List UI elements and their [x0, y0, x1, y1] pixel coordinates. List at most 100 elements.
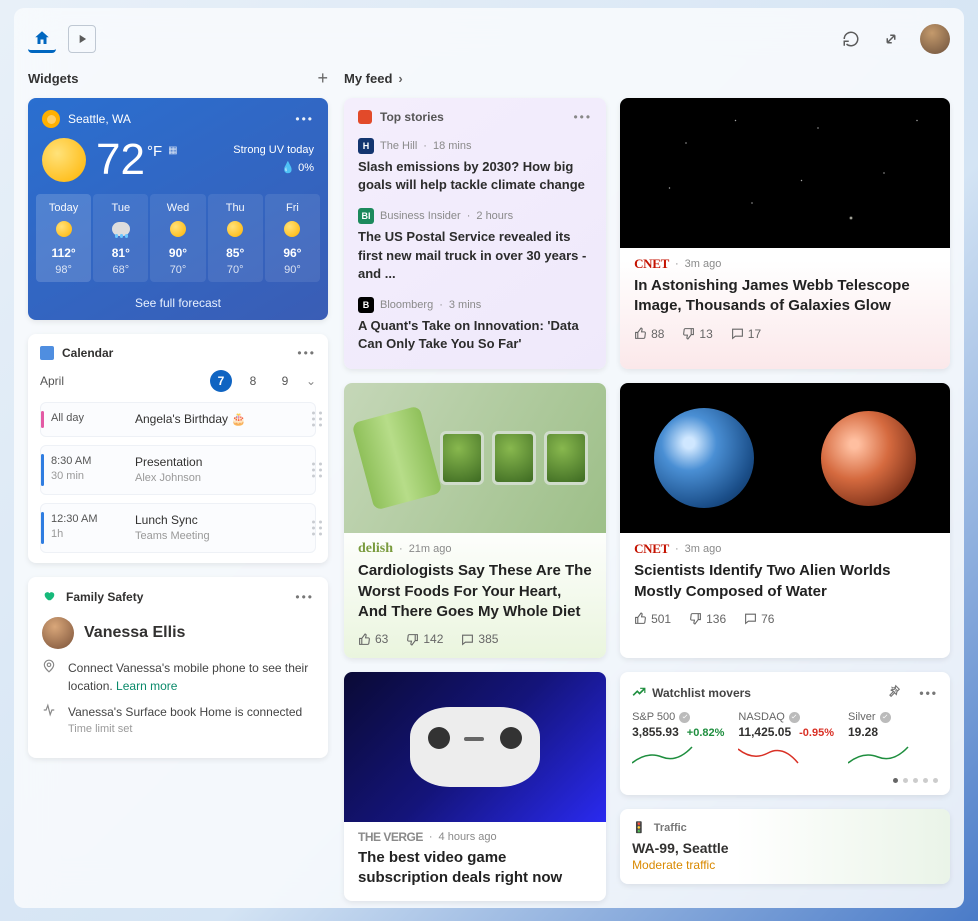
widgets-label: Widgets: [28, 71, 78, 86]
chevron-right-icon: ›: [398, 71, 402, 86]
dislike-button[interactable]: 136: [689, 612, 726, 626]
family-device-text: Vanessa's Surface book Home is connected…: [68, 703, 302, 738]
family-more-button[interactable]: •••: [295, 590, 314, 604]
like-button[interactable]: 88: [634, 327, 664, 341]
news-time: 3m ago: [685, 543, 722, 555]
source-delish: delish: [358, 541, 393, 557]
traffic-status: Moderate traffic: [632, 858, 938, 872]
comment-button[interactable]: 385: [461, 632, 498, 646]
traffic-route: WA-99, Seattle: [632, 840, 938, 856]
trending-icon: [632, 686, 646, 700]
comment-button[interactable]: 76: [744, 612, 774, 626]
news-card-aliens[interactable]: CNET · 3m ago Scientists Identify Two Al…: [620, 383, 950, 658]
forecast-day[interactable]: Fri96°90°: [265, 194, 320, 282]
chevron-down-icon[interactable]: ⌄: [306, 374, 316, 388]
top-bar: [28, 18, 950, 60]
weather-precip: 💧 0%: [233, 160, 314, 178]
calendar-widget[interactable]: Calendar ••• April 789 ⌄ All dayAngela's …: [28, 334, 328, 563]
watchlist-more-button[interactable]: •••: [919, 686, 938, 700]
stock-item[interactable]: Silver19.28: [848, 711, 938, 770]
add-widget-button[interactable]: +: [317, 68, 328, 89]
widgets-header: Widgets +: [28, 64, 328, 92]
weather-forecast-row: Today112°98°Tue81°68°Wed90°70°Thu85°70°F…: [28, 190, 328, 286]
see-full-forecast-link[interactable]: See full forecast: [28, 286, 328, 310]
pagination-dots[interactable]: [632, 778, 938, 783]
source-cnet: CNET: [634, 256, 669, 272]
weather-location: Seattle, WA: [68, 112, 131, 126]
top-stories-more-button[interactable]: •••: [573, 110, 592, 124]
calendar-event[interactable]: 12:30 AM1hLunch SyncTeams Meeting: [40, 503, 316, 553]
stock-item[interactable]: S&P 5003,855.93+0.82%: [632, 711, 724, 770]
weather-icon: [42, 110, 60, 128]
weather-alert: Strong UV today: [233, 142, 314, 160]
family-safety-widget[interactable]: Family Safety ••• Vanessa Ellis Connect …: [28, 577, 328, 758]
news-card-webb[interactable]: CNET · 3m ago In Astonishing James Webb …: [620, 98, 950, 369]
learn-more-link[interactable]: Learn more: [116, 679, 177, 693]
feed-header[interactable]: My feed ›: [344, 64, 950, 92]
top-story-item[interactable]: HThe Hill · 18 minsSlash emissions by 20…: [358, 138, 592, 194]
watchlist-widget[interactable]: Watchlist movers ••• S&P 5003,855.93+0.8…: [620, 672, 950, 795]
traffic-widget[interactable]: 🚦 Traffic WA-99, Seattle Moderate traffi…: [620, 809, 950, 884]
top-story-item[interactable]: BIBusiness Insider · 2 hoursThe US Posta…: [358, 208, 592, 283]
refresh-button[interactable]: [840, 28, 862, 50]
news-headline: Scientists Identify Two Alien Worlds Mos…: [634, 561, 936, 602]
top-story-item[interactable]: BBloomberg · 3 minsA Quant's Take on Inn…: [358, 297, 592, 353]
location-pin-icon: [42, 659, 58, 695]
news-image-planets: [620, 383, 950, 533]
forecast-day[interactable]: Thu85°70°: [208, 194, 263, 282]
news-time: 3m ago: [685, 258, 722, 270]
news-time: 4 hours ago: [439, 831, 497, 843]
feed-label: My feed: [344, 71, 392, 86]
sun-icon: [42, 138, 86, 182]
like-button[interactable]: 501: [634, 612, 671, 626]
family-title: Family Safety: [66, 590, 143, 604]
pin-button[interactable]: [887, 684, 907, 701]
top-stories-icon: [358, 110, 372, 124]
news-card-delish[interactable]: delish · 21m ago Cardiologists Say These…: [344, 383, 606, 658]
dislike-button[interactable]: 13: [682, 327, 712, 341]
source-cnet: CNET: [634, 541, 669, 557]
calendar-date-chip[interactable]: 8: [242, 370, 264, 392]
comment-button[interactable]: 17: [731, 327, 761, 341]
user-avatar[interactable]: [920, 24, 950, 54]
weather-widget[interactable]: Seattle, WA ••• 72°F ▦ Strong UV today 💧…: [28, 98, 328, 320]
calendar-event[interactable]: 8:30 AM30 minPresentationAlex Johnson: [40, 445, 316, 495]
calendar-event[interactable]: All dayAngela's Birthday 🎂: [40, 402, 316, 437]
watchlist-title: Watchlist movers: [652, 686, 751, 700]
calendar-date-chip[interactable]: 9: [274, 370, 296, 392]
news-headline: In Astonishing James Webb Telescope Imag…: [634, 276, 936, 317]
forecast-day[interactable]: Wed90°70°: [150, 194, 205, 282]
calendar-icon: [40, 346, 54, 360]
news-image-gaming: [344, 672, 606, 822]
news-time: 21m ago: [409, 543, 452, 555]
stock-item[interactable]: NASDAQ11,425.05-0.95%: [738, 711, 834, 770]
like-button[interactable]: 63: [358, 632, 388, 646]
weather-more-button[interactable]: •••: [295, 112, 314, 126]
calendar-month: April: [40, 374, 64, 388]
heart-shield-icon: [42, 589, 58, 605]
video-tab[interactable]: [68, 25, 96, 53]
expand-button[interactable]: [880, 28, 902, 50]
traffic-icon: 🚦: [632, 821, 646, 834]
news-image-food: [344, 383, 606, 533]
forecast-day[interactable]: Tue81°68°: [93, 194, 148, 282]
family-member-avatar: [42, 617, 74, 649]
calendar-more-button[interactable]: •••: [297, 346, 316, 360]
news-card-verge[interactable]: THE VERGE · 4 hours ago The best video g…: [344, 672, 606, 901]
calendar-date-chip[interactable]: 7: [210, 370, 232, 392]
family-location-text: Connect Vanessa's mobile phone to see th…: [68, 659, 314, 695]
top-stories-card[interactable]: Top stories ••• HThe Hill · 18 minsSlash…: [344, 98, 606, 369]
home-tab[interactable]: [28, 25, 56, 53]
calendar-title: Calendar: [62, 346, 113, 360]
traffic-title: Traffic: [654, 822, 687, 834]
news-headline: The best video game subscription deals r…: [358, 848, 592, 889]
news-headline: Cardiologists Say These Are The Worst Fo…: [358, 561, 592, 622]
dislike-button[interactable]: 142: [406, 632, 443, 646]
source-verge: THE VERGE: [358, 830, 423, 844]
forecast-day[interactable]: Today112°98°: [36, 194, 91, 282]
family-member-name: Vanessa Ellis: [84, 624, 185, 642]
weather-temp: 72°F ▦: [96, 138, 178, 182]
news-image-galaxies: [620, 98, 950, 248]
activity-icon: [42, 703, 58, 738]
top-stories-title: Top stories: [380, 110, 444, 124]
